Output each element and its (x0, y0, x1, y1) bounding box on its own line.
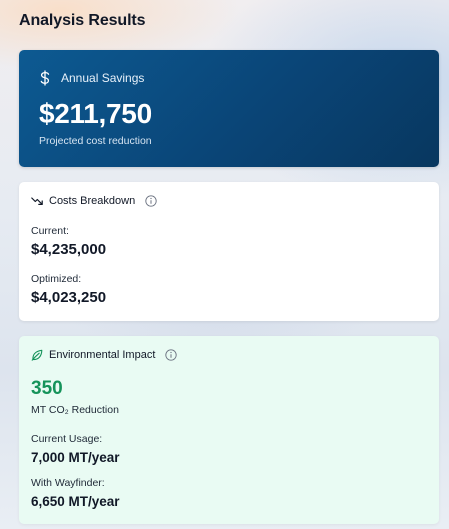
optimized-cost-label: Optimized: (31, 273, 82, 285)
co2-reduction-value: 350 (31, 378, 63, 399)
environmental-impact-card: Environmental Impact 350 MT CO₂ Reductio… (19, 336, 439, 524)
current-usage-label: Current Usage: (31, 433, 103, 445)
current-usage-value: 7,000 MT/year (31, 450, 120, 465)
co2-reduction-unit: MT CO₂ Reduction (31, 404, 119, 416)
leaf-icon (31, 349, 43, 361)
with-wayfinder-label: With Wayfinder: (31, 477, 105, 489)
info-icon[interactable] (145, 195, 157, 207)
page-title: Analysis Results (19, 12, 146, 29)
annual-savings-amount: $211,750 (39, 98, 152, 129)
optimized-cost-value: $4,023,250 (31, 289, 107, 306)
info-icon[interactable] (165, 349, 178, 361)
annual-savings-subtitle: Projected cost reduction (39, 135, 152, 147)
costs-breakdown-header: Costs Breakdown (31, 195, 157, 207)
costs-breakdown-title: Costs Breakdown (49, 195, 136, 207)
annual-savings-card: Annual Savings $211,750 Projected cost r… (19, 50, 439, 167)
annual-savings-label: Annual Savings (61, 71, 145, 85)
annual-savings-header: Annual Savings (39, 70, 144, 86)
environmental-impact-title: Environmental Impact (49, 349, 156, 361)
dollar-icon (39, 70, 51, 86)
environmental-impact-header: Environmental Impact (31, 349, 178, 361)
trending-down-icon (31, 196, 43, 206)
costs-breakdown-card: Costs Breakdown Current: $4,235,000 Opti… (19, 182, 439, 321)
with-wayfinder-value: 6,650 MT/year (31, 494, 120, 509)
current-cost-value: $4,235,000 (31, 241, 107, 258)
current-cost-label: Current: (31, 225, 69, 237)
